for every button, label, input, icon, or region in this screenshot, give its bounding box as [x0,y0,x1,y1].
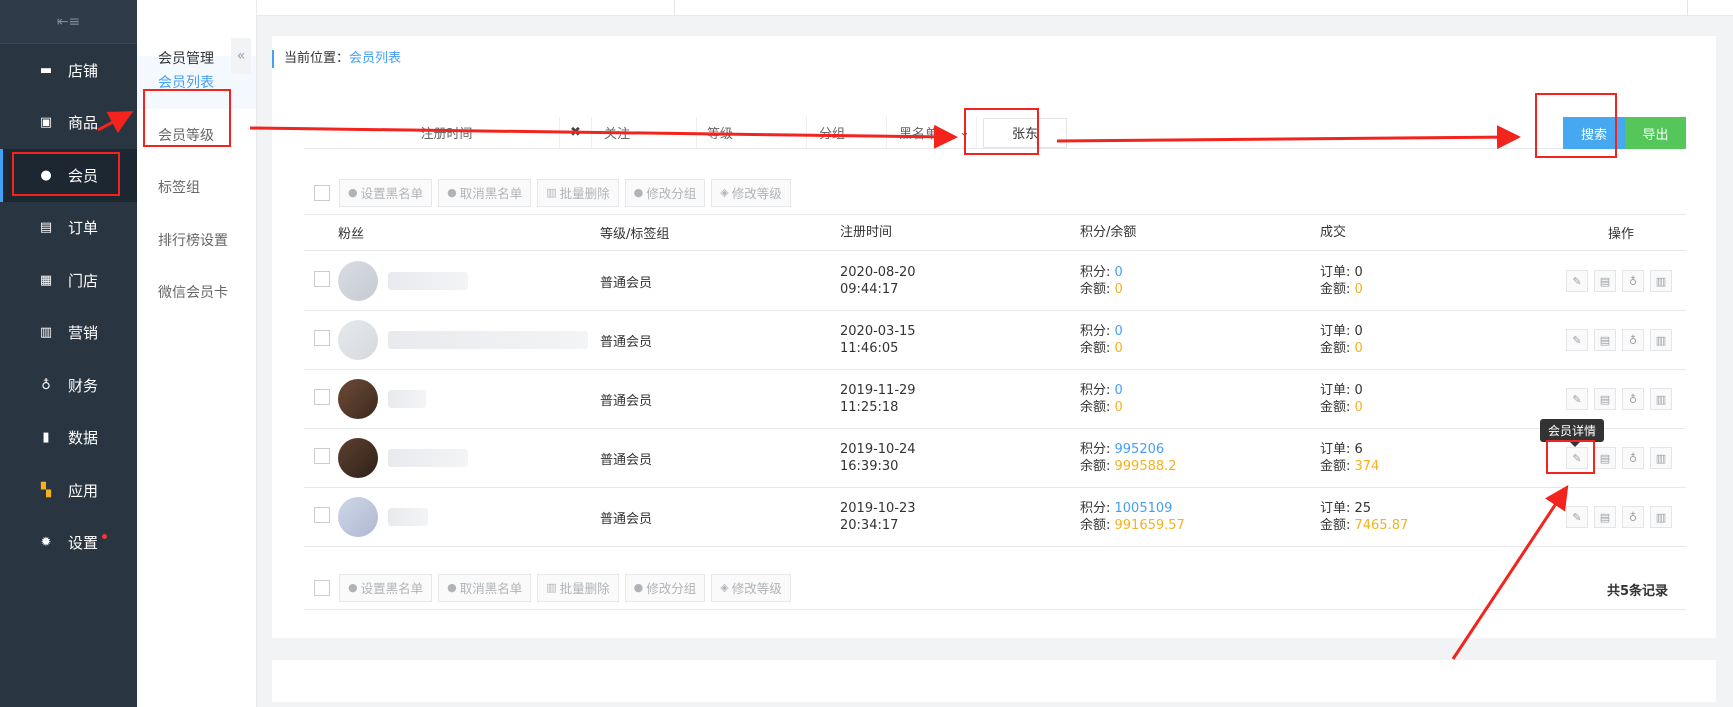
annotation-arrow [97,111,134,134]
annotation-arrow [1451,484,1569,660]
annotation-arrow [249,124,958,149]
annotation-arrow [1056,125,1521,150]
annotation-arrows [97,111,1569,660]
